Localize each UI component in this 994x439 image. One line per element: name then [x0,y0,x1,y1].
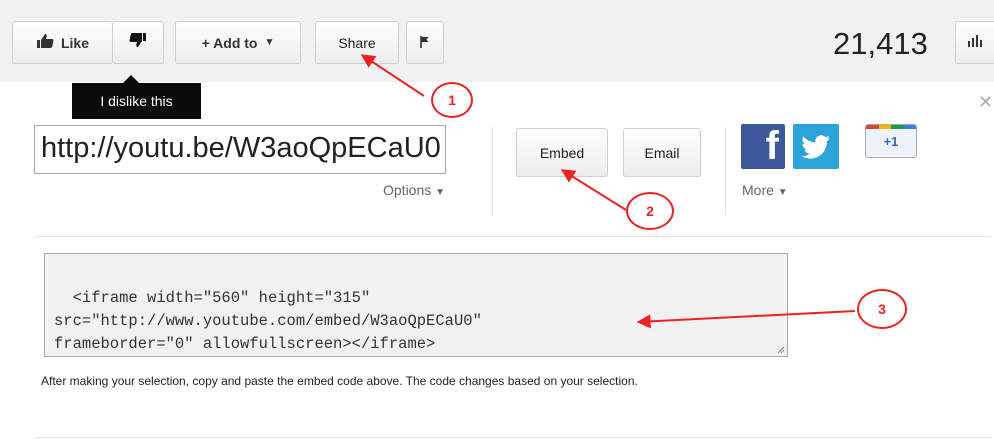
annotation-arrows [360,54,856,329]
arrow-3 [636,310,856,329]
annotation-circle-1: 1 [431,82,473,118]
annotation-step-3: 3 [878,301,886,317]
annotation-step-1: 1 [448,92,456,108]
annotation-step-2: 2 [646,203,654,219]
annotation-circle-2: 2 [626,192,674,230]
arrow-2 [560,169,627,211]
annotation-circle-3: 3 [857,289,907,329]
arrow-1 [360,54,425,97]
